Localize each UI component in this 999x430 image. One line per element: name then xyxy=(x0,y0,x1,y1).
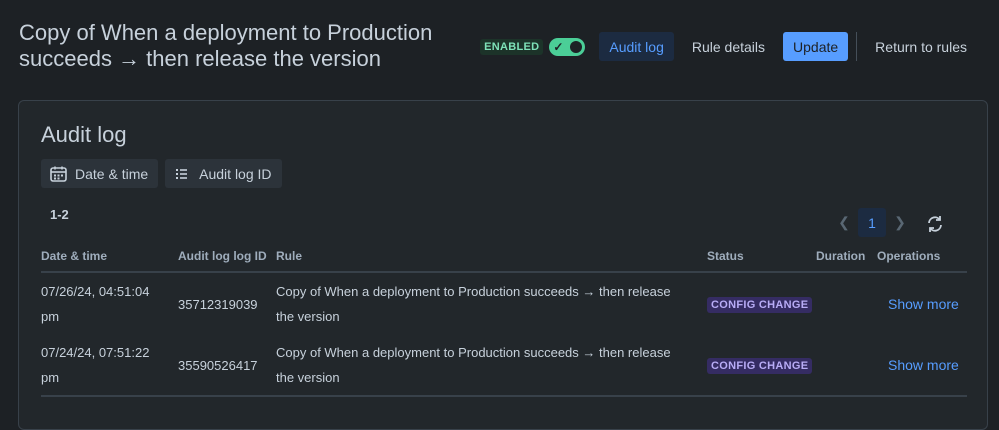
rule-line: the version xyxy=(276,309,340,324)
status-badge: CONFIG CHANGE xyxy=(707,296,813,313)
show-more-link[interactable]: Show more xyxy=(888,357,959,373)
rule-line: the version xyxy=(276,370,340,385)
panel-title: Audit log xyxy=(41,122,127,147)
date-time-filter-button[interactable]: Date & time xyxy=(41,159,159,188)
status-cell: CONFIG CHANGE xyxy=(707,334,816,397)
operations-cell: Show more xyxy=(877,334,967,397)
show-more-link[interactable]: Show more xyxy=(888,296,959,312)
date-time-filter-label: Date & time xyxy=(75,165,149,182)
table-header-row: Date & time Audit log log ID Rule Status… xyxy=(41,241,967,273)
enabled-badge: ENABLED xyxy=(480,38,544,55)
column-header-rule[interactable]: Rule xyxy=(276,241,707,273)
header-actions: ENABLED ✓ Audit log Rule details Update … xyxy=(480,32,977,61)
audit-log-table: Date & time Audit log log ID Rule Status… xyxy=(41,241,967,397)
date-time-cell: 07/26/24, 04:51:04 pm xyxy=(41,272,178,334)
rule-details-button[interactable]: Rule details xyxy=(682,32,775,61)
chevron-left-icon[interactable]: ❮ xyxy=(834,214,854,231)
list-icon xyxy=(174,166,191,182)
rule-cell: Copy of When a deployment to Production … xyxy=(276,272,707,334)
duration-cell xyxy=(816,334,877,397)
filter-bar: Date & time Audit log ID xyxy=(41,159,289,188)
date-time-line: 07/24/24, 07:51:22 xyxy=(41,345,150,360)
toggle-knob xyxy=(570,40,583,53)
date-time-line: 07/26/24, 04:51:04 xyxy=(41,284,150,299)
column-header-audit-log-id[interactable]: Audit log log ID xyxy=(178,241,276,273)
date-time-line: pm xyxy=(41,370,60,385)
status-badge: CONFIG CHANGE xyxy=(707,357,813,374)
result-range: 1-2 xyxy=(50,207,69,222)
duration-cell xyxy=(816,272,877,334)
rule-cell: Copy of When a deployment to Production … xyxy=(276,334,707,397)
audit-log-id-cell: 35590526417 xyxy=(178,334,276,397)
page-title: Copy of When a deployment to Production … xyxy=(19,20,433,71)
update-button[interactable]: Update xyxy=(783,32,849,61)
divider xyxy=(856,32,858,61)
refresh-icon[interactable] xyxy=(925,214,945,234)
pagination: ❮ 1 ❯ xyxy=(834,208,910,237)
date-time-cell: 07/24/24, 07:51:22 pm xyxy=(41,334,178,397)
audit-log-id-filter-label: Audit log ID xyxy=(199,165,272,182)
return-to-rules-button[interactable]: Return to rules xyxy=(865,32,977,61)
audit-log-panel: Audit log Date & time Audit log ID 1-2 ❮… xyxy=(18,100,988,430)
calendar-icon xyxy=(50,166,67,182)
enabled-toggle[interactable]: ✓ xyxy=(549,37,586,56)
status-cell: CONFIG CHANGE xyxy=(707,272,816,334)
column-header-duration[interactable]: Duration xyxy=(816,241,877,273)
rule-line: Copy of When a deployment to Production … xyxy=(276,345,671,360)
audit-log-id-cell: 35712319039 xyxy=(178,296,258,312)
rule-line: Copy of When a deployment to Production … xyxy=(276,284,671,299)
chevron-right-icon[interactable]: ❯ xyxy=(890,214,910,231)
audit-log-id-filter-button[interactable]: Audit log ID xyxy=(165,159,282,188)
date-time-line: pm xyxy=(41,309,60,324)
audit-log-button[interactable]: Audit log xyxy=(599,32,674,61)
column-header-operations: Operations xyxy=(877,241,967,273)
page-button-1[interactable]: 1 xyxy=(858,208,886,237)
check-icon: ✓ xyxy=(553,39,564,54)
table-row: 07/26/24, 04:51:04 pm 35712319039 Copy o… xyxy=(41,272,967,334)
column-header-date-time[interactable]: Date & time xyxy=(41,241,178,273)
operations-cell: Show more xyxy=(877,272,967,334)
table-row: 07/24/24, 07:51:22 pm 35590526417 Copy o… xyxy=(41,334,967,397)
column-header-status[interactable]: Status xyxy=(707,241,816,273)
